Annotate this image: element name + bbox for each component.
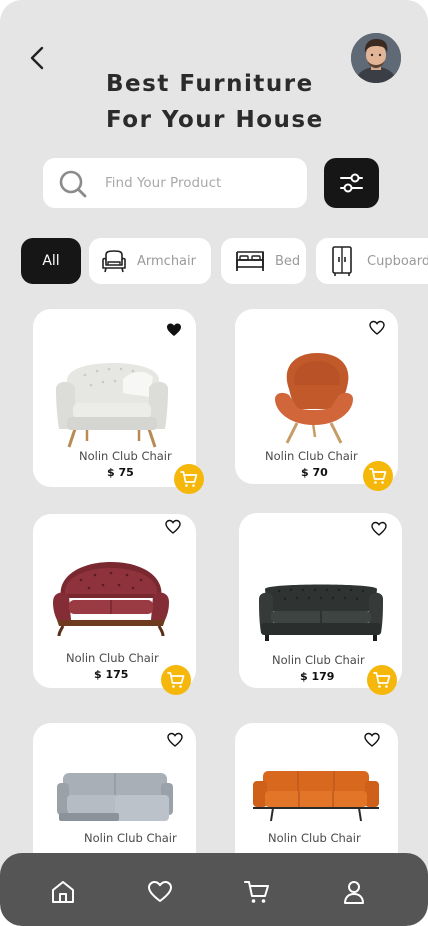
title-line-2: For Your House	[106, 107, 324, 133]
category-label: Armchair	[137, 253, 196, 269]
search-input[interactable]	[105, 158, 295, 208]
product-card[interactable]: Nolin Club Chair $ 75	[33, 309, 196, 487]
product-price: $ 75	[107, 466, 134, 479]
cart-icon	[167, 672, 185, 688]
product-image-sofa-chesterfield-dark	[259, 584, 383, 641]
search-icon	[59, 170, 87, 198]
cart-icon	[369, 468, 387, 484]
product-image-sofa-orange-leather	[253, 771, 379, 822]
filter-button[interactable]	[324, 158, 379, 208]
product-name: Nolin Club Chair	[272, 653, 365, 667]
category-label: Cupboard	[367, 253, 428, 269]
product-price: $ 179	[300, 670, 335, 683]
product-image-lounge-chair-orange	[275, 353, 353, 444]
nav-favorites[interactable]	[147, 879, 173, 905]
heart-outline-icon[interactable]	[369, 320, 385, 336]
heart-icon	[148, 881, 172, 902]
category-label: Bed	[275, 253, 301, 269]
sliders-icon	[340, 173, 363, 193]
app-screen: Best Furniture For Your House All Armcha…	[0, 0, 428, 926]
heart-outline-icon[interactable]	[165, 519, 181, 535]
add-to-cart-button[interactable]	[161, 665, 191, 695]
add-to-cart-button[interactable]	[363, 461, 393, 491]
product-image-sofa-burgundy	[53, 562, 169, 637]
product-name: Nolin Club Chair	[265, 449, 358, 463]
product-name: Nolin Club Chair	[79, 449, 172, 463]
product-card[interactable]: Nolin Club Chair $ 70	[235, 309, 398, 484]
home-icon	[52, 881, 74, 903]
user-avatar-image	[351, 33, 401, 83]
title-line-1: Best Furniture	[106, 71, 314, 97]
product-price: $ 175	[94, 668, 129, 681]
back-button[interactable]	[26, 44, 50, 72]
category-chip-armchair[interactable]: Armchair	[89, 238, 211, 284]
add-to-cart-button[interactable]	[367, 665, 397, 695]
cart-icon	[244, 881, 269, 903]
heart-filled-icon[interactable]	[166, 322, 182, 338]
nav-profile[interactable]	[341, 879, 367, 905]
bottom-nav-bar	[0, 853, 428, 926]
category-chip-cupboard[interactable]: Cupboard	[316, 238, 428, 284]
cart-icon	[180, 471, 198, 487]
cupboard-icon	[332, 246, 352, 276]
nav-home[interactable]	[50, 879, 76, 905]
armchair-icon	[102, 250, 126, 273]
product-image-armchair-grey	[56, 363, 168, 448]
user-icon	[344, 881, 364, 904]
cart-icon	[373, 672, 391, 688]
category-chip-all[interactable]: All	[21, 238, 81, 284]
category-chip-bed[interactable]: Bed	[221, 238, 306, 284]
heart-outline-icon[interactable]	[167, 732, 183, 748]
product-name: Nolin Club Chair	[84, 831, 177, 845]
chevron-left-icon	[30, 46, 44, 70]
page-title: Best Furniture For Your House	[106, 66, 346, 138]
nav-cart[interactable]	[244, 879, 270, 905]
product-image-sectional-grey	[57, 773, 173, 821]
product-name: Nolin Club Chair	[268, 831, 361, 845]
product-card[interactable]: Nolin Club Chair $ 179	[239, 513, 402, 688]
product-price: $ 70	[301, 466, 328, 479]
product-card[interactable]: Nolin Club Chair $ 175	[33, 514, 196, 688]
bed-icon	[236, 251, 264, 271]
avatar[interactable]	[351, 33, 401, 83]
add-to-cart-button[interactable]	[174, 464, 204, 494]
category-label: All	[42, 253, 60, 269]
product-name: Nolin Club Chair	[66, 651, 159, 665]
heart-outline-icon[interactable]	[364, 732, 380, 748]
heart-outline-icon[interactable]	[371, 521, 387, 537]
search-bar	[43, 158, 307, 208]
